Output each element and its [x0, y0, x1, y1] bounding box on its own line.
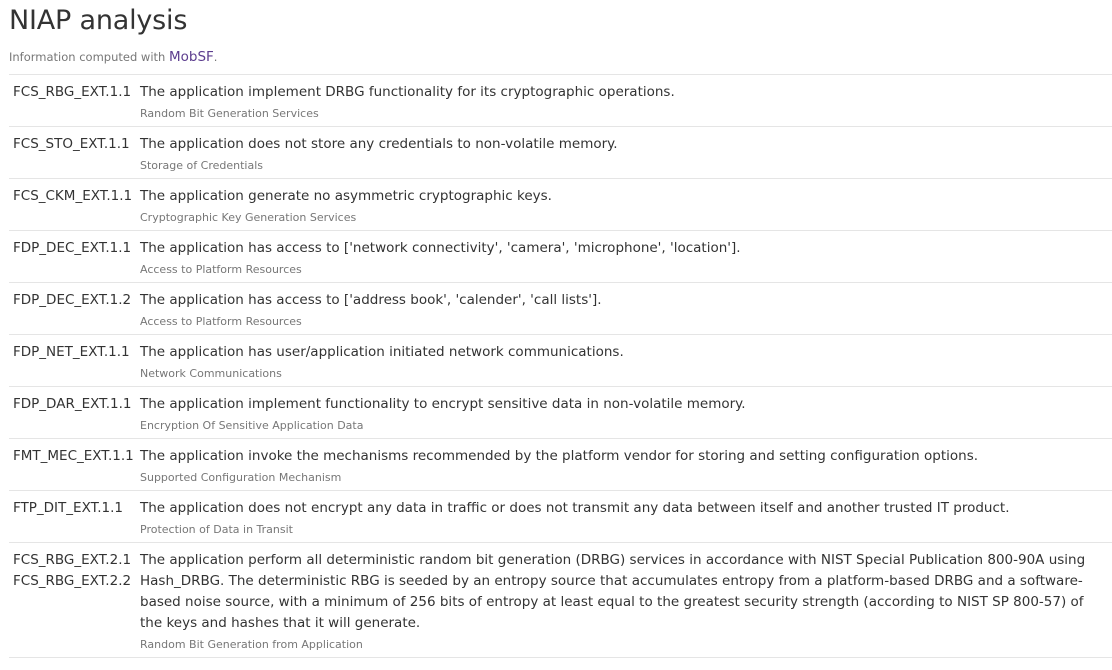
requirement-description-cell: The application does not store any crede…: [140, 127, 1112, 179]
requirement-id-cell: FCS_STO_EXT.1.1: [9, 127, 140, 179]
requirement-description-cell: The application invoke the mechanisms re…: [140, 439, 1112, 491]
requirement-description: The application has access to ['address …: [140, 292, 602, 308]
requirement-id: FCS_CKM_EXT.1.1: [13, 188, 133, 204]
requirement-id-cell: FDP_DEC_EXT.1.2: [9, 283, 140, 335]
requirement-id: FTP_DIT_EXT.1.1: [13, 500, 123, 516]
requirement-description-cell: The application has access to ['address …: [140, 283, 1112, 335]
table-row: FDP_NET_EXT.1.1 The application has user/…: [9, 335, 1112, 387]
requirement-description: The application has user/application ini…: [140, 344, 624, 360]
table-row: FDP_DEC_EXT.1.2 The application has acces…: [9, 283, 1112, 335]
requirement-description-cell: The application generate no asymmetric c…: [140, 179, 1112, 231]
requirement-description-cell: The application has user/application ini…: [140, 335, 1112, 387]
table-row: FCS_RBG_EXT.1.1 The application implement…: [9, 75, 1112, 127]
requirement-id: FCS_STO_EXT.1.1: [13, 136, 130, 152]
requirement-id-cell: FDP_DEC_EXT.1.1: [9, 231, 140, 283]
page-subtitle: Information computed with MobSF.: [9, 49, 1112, 65]
requirement-description: The application invoke the mechanisms re…: [140, 448, 979, 464]
requirement-id-cell: FDP_NET_EXT.1.1: [9, 335, 140, 387]
table-row: FCS_STO_EXT.1.1 The application does not …: [9, 127, 1112, 179]
requirement-category: Protection of Data in Transit: [140, 523, 293, 536]
requirement-description-cell: The application has access to ['network …: [140, 231, 1112, 283]
requirement-category: Access to Platform Resources: [140, 315, 302, 328]
requirement-id: FCS_RBG_EXT.1.1: [13, 84, 132, 100]
requirement-id: FMT_MEC_EXT.1.1: [13, 448, 134, 464]
requirement-id-cell: FCS_RBG_EXT.2.1 FCS_RBG_EXT.2.2: [9, 543, 140, 658]
requirement-id: FDP_NET_EXT.1.1: [13, 344, 130, 360]
requirement-id: FCS_RBG_EXT.2.1: [13, 552, 132, 568]
requirement-id: FCS_RBG_EXT.2.2: [13, 573, 132, 589]
requirement-description-cell: The application implement functionality …: [140, 387, 1112, 439]
requirement-category: Access to Platform Resources: [140, 263, 302, 276]
requirement-id-cell: FMT_MEC_EXT.1.1: [9, 439, 140, 491]
requirement-description: The application does not store any crede…: [140, 136, 618, 152]
requirement-category: Cryptographic Key Generation Services: [140, 211, 357, 224]
table-row: FDP_DEC_EXT.1.1 The application has acces…: [9, 231, 1112, 283]
requirement-category: Encryption Of Sensitive Application Data: [140, 419, 364, 432]
requirement-category: Network Communications: [140, 367, 282, 380]
requirement-id-cell: FCS_CKM_EXT.1.1: [9, 179, 140, 231]
requirement-category: Random Bit Generation from Application: [140, 638, 363, 651]
requirement-description: The application generate no asymmetric c…: [140, 188, 552, 204]
requirement-id-cell: FCS_RBG_EXT.1.1: [9, 75, 140, 127]
requirement-description-cell: The application implement DRBG functiona…: [140, 75, 1112, 127]
subtitle-prefix: Information computed with: [9, 50, 169, 64]
requirement-description: The application has access to ['network …: [140, 240, 741, 256]
table-row: FMT_MEC_EXT.1.1 The application invoke th…: [9, 439, 1112, 491]
requirement-description-cell: The application perform all deterministi…: [140, 543, 1112, 658]
requirement-description: The application implement functionality …: [140, 396, 746, 412]
table-row: FCS_CKM_EXT.1.1 The application generate …: [9, 179, 1112, 231]
requirement-id-cell: FTP_DIT_EXT.1.1: [9, 491, 140, 543]
table-row: FDP_DAR_EXT.1.1 The application implement…: [9, 387, 1112, 439]
requirement-id-cell: FDP_DAR_EXT.1.1: [9, 387, 140, 439]
table-row: FTP_DIT_EXT.1.1 The application does not …: [9, 491, 1112, 543]
niap-table: FCS_RBG_EXT.1.1 The application implement…: [9, 75, 1112, 658]
mobsf-link[interactable]: MobSF: [169, 49, 214, 65]
table-row: FCS_RBG_EXT.2.1 FCS_RBG_EXT.2.2 The applic…: [9, 543, 1112, 658]
requirement-category: Supported Configuration Mechanism: [140, 471, 342, 484]
requirement-category: Storage of Credentials: [140, 159, 263, 172]
requirement-description-cell: The application does not encrypt any dat…: [140, 491, 1112, 543]
requirement-category: Random Bit Generation Services: [140, 107, 319, 120]
requirement-id: FDP_DEC_EXT.1.2: [13, 292, 132, 308]
requirement-description: The application implement DRBG functiona…: [140, 84, 675, 100]
requirement-description: The application perform all deterministi…: [140, 552, 1086, 631]
subtitle-suffix: .: [213, 50, 218, 64]
requirement-id: FDP_DAR_EXT.1.1: [13, 396, 132, 412]
page-title: NIAP analysis: [9, 5, 188, 36]
niap-table-body: FCS_RBG_EXT.1.1 The application implement…: [9, 75, 1112, 658]
requirement-description: The application does not encrypt any dat…: [140, 500, 1010, 516]
niap-section: NIAP analysis Information computed with …: [0, 0, 1112, 658]
requirement-id: FDP_DEC_EXT.1.1: [13, 240, 132, 256]
